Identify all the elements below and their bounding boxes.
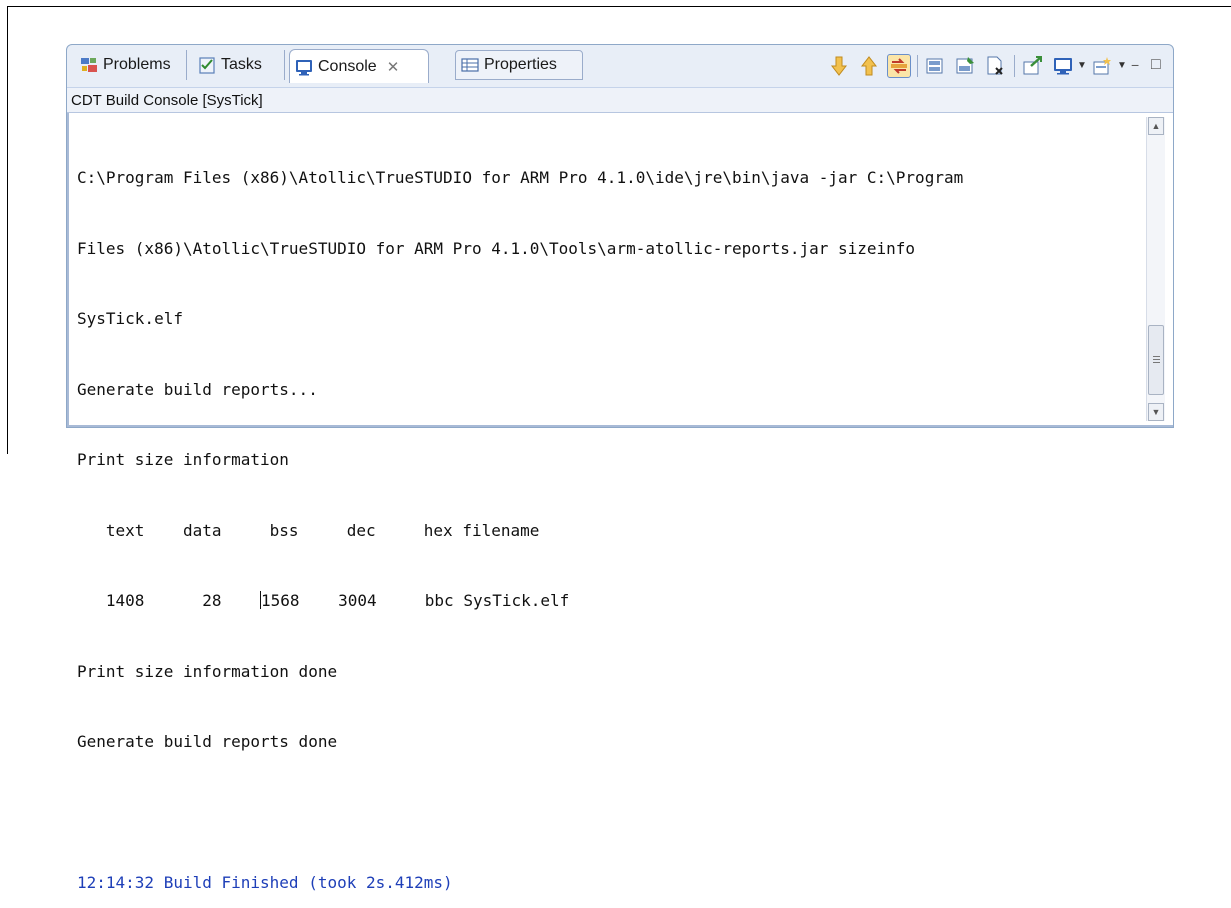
chevron-down-icon[interactable]: ▼ xyxy=(1077,54,1087,78)
size-row-start: 1408 28 xyxy=(77,591,261,610)
tab-label: Problems xyxy=(103,56,171,73)
console-title: CDT Build Console [SysTick] xyxy=(67,87,1173,113)
console-view: Problems Tasks Console ✕ Properties ▼ ▼ … xyxy=(66,44,1174,892)
clear-console-icon[interactable] xyxy=(924,54,948,78)
tab-console[interactable]: Console ✕ xyxy=(289,49,429,83)
console-line: SysTick.elf xyxy=(77,309,183,328)
tab-label: Tasks xyxy=(221,56,262,73)
console-icon xyxy=(294,57,314,77)
problems-icon xyxy=(79,55,99,75)
maximize-icon[interactable]: □ xyxy=(1151,54,1165,78)
scroll-up-icon[interactable] xyxy=(857,54,881,78)
console-line: Print size information xyxy=(77,450,289,469)
scroll-up-arrow-icon[interactable]: ▲ xyxy=(1148,117,1164,135)
view-tab-bar: Problems Tasks Console ✕ Properties ▼ ▼ … xyxy=(67,45,1173,87)
new-console-icon[interactable] xyxy=(1091,54,1115,78)
toolbar-separator xyxy=(917,55,918,77)
tab-properties[interactable]: Properties xyxy=(455,50,583,80)
word-wrap-icon[interactable] xyxy=(984,54,1008,78)
console-line: Files (x86)\Atollic\TrueSTUDIO for ARM P… xyxy=(77,238,916,258)
size-row-end: 1568 3004 bbc SysTick.elf xyxy=(261,591,570,610)
scrollbar-thumb[interactable] xyxy=(1148,325,1164,395)
console-line: Generate build reports done xyxy=(77,732,338,751)
scroll-down-arrow-icon[interactable]: ▼ xyxy=(1148,403,1164,421)
chevron-down-icon[interactable]: ▼ xyxy=(1117,54,1127,78)
page-frame-top xyxy=(7,6,1231,7)
console-line: Print size information done xyxy=(77,661,338,681)
grip-line xyxy=(1153,362,1160,363)
build-finished-line: 12:14:32 Build Finished (took 2s.412ms) xyxy=(77,873,453,892)
open-console-icon[interactable] xyxy=(1051,54,1075,78)
close-tab-icon[interactable]: ✕ xyxy=(387,58,400,76)
console-line: C:\Program Files (x86)\Atollic\TrueSTUDI… xyxy=(77,168,964,187)
properties-icon xyxy=(460,55,480,75)
tab-label: Console xyxy=(318,57,377,75)
console-output[interactable]: C:\Program Files (x86)\Atollic\TrueSTUDI… xyxy=(67,113,1173,892)
toolbar-separator xyxy=(1014,55,1015,77)
scroll-down-icon[interactable] xyxy=(827,54,851,78)
tab-problems[interactable]: Problems xyxy=(75,50,187,80)
grip-line xyxy=(1153,359,1160,360)
vertical-scrollbar[interactable]: ▲ ▼ xyxy=(1146,117,1165,421)
tab-tasks[interactable]: Tasks xyxy=(193,50,285,80)
display-selected-console-icon[interactable] xyxy=(1021,54,1045,78)
console-text[interactable]: C:\Program Files (x86)\Atollic\TrueSTUDI… xyxy=(77,119,1137,908)
console-toolbar: ▼ ▼ − □ xyxy=(821,53,1165,79)
scroll-lock-icon[interactable] xyxy=(887,54,911,78)
console-line: 1408 28 1568 3004 bbc SysTick.elf xyxy=(77,589,1137,613)
console-line: Generate build reports... xyxy=(77,379,318,399)
grip-line xyxy=(1153,356,1160,357)
tab-label: Properties xyxy=(484,56,557,73)
page-frame-left xyxy=(7,6,8,454)
console-line: text data bss dec hex filename xyxy=(77,520,540,540)
minimize-icon[interactable]: − xyxy=(1131,54,1145,78)
pin-console-icon[interactable] xyxy=(954,54,978,78)
tasks-icon xyxy=(197,55,217,75)
